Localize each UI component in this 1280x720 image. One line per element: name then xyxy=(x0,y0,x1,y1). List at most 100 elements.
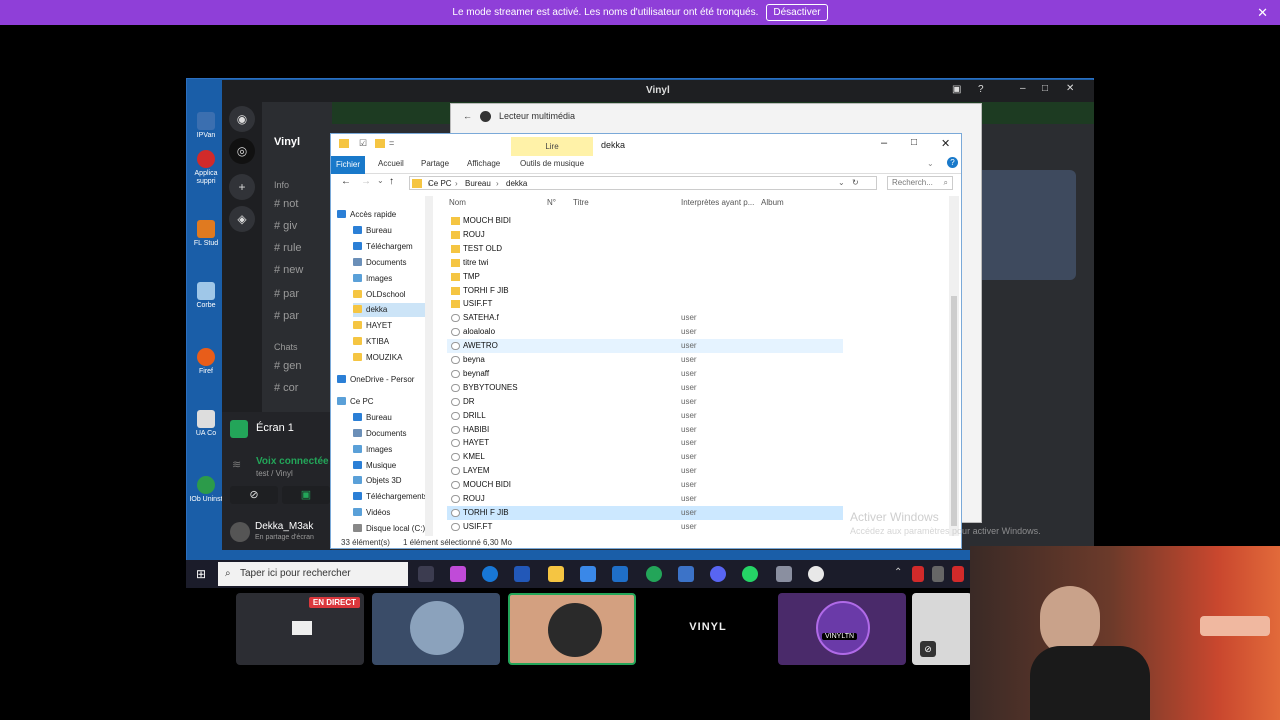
channel-item[interactable]: # cor xyxy=(274,382,298,394)
tab-partage[interactable]: Partage xyxy=(421,159,449,168)
close-icon[interactable]: ✕ xyxy=(1066,83,1074,94)
nav-item[interactable]: Musique xyxy=(353,459,396,473)
task-view-icon[interactable] xyxy=(418,566,434,582)
list-scrollbar[interactable] xyxy=(949,196,959,536)
channel-item[interactable]: # par xyxy=(274,310,299,322)
search-input[interactable]: Recherch... ⌕ xyxy=(887,176,953,190)
file-row[interactable]: aloaloalo user xyxy=(447,325,843,339)
store-icon[interactable] xyxy=(580,566,596,582)
channel-item[interactable]: # gen xyxy=(274,360,302,372)
channel-item[interactable]: # new xyxy=(274,264,303,276)
app-icon[interactable] xyxy=(678,566,694,582)
file-row[interactable]: beynaff user xyxy=(447,367,843,381)
nav-item[interactable]: Téléchargements xyxy=(353,490,428,504)
nav-item[interactable]: Disque local (C:) xyxy=(353,522,425,536)
avatar[interactable] xyxy=(230,522,250,542)
desktop-icon[interactable]: Applica suppri xyxy=(189,150,223,186)
nav-item[interactable]: KTIBA xyxy=(353,335,389,349)
nav-item[interactable]: MOUZIKA xyxy=(353,351,402,365)
participant-tile[interactable]: EN DIRECT xyxy=(236,593,364,665)
back-arrow-icon[interactable]: ← xyxy=(463,111,472,121)
file-row[interactable]: ROUJ xyxy=(447,228,843,242)
channel-item[interactable]: # rule xyxy=(274,242,302,254)
nav-item[interactable]: Documents xyxy=(353,256,406,270)
tab-affichage[interactable]: Affichage xyxy=(467,159,500,168)
file-row[interactable]: TORHI F JIB user xyxy=(447,505,843,520)
column-header[interactable]: Interprètes ayant p... xyxy=(681,198,754,207)
file-row[interactable]: beyna user xyxy=(447,353,843,367)
file-row[interactable]: HAYET user xyxy=(447,436,843,450)
media-player-icon[interactable] xyxy=(808,566,824,582)
file-row[interactable]: DR user xyxy=(447,395,843,409)
refresh-icon[interactable]: ↻ xyxy=(852,178,859,187)
taskbar-search[interactable]: ⌕ Taper ici pour rechercher xyxy=(218,562,408,586)
discord-icon[interactable] xyxy=(710,566,726,582)
channel-item[interactable]: # not xyxy=(274,198,298,210)
file-row[interactable]: AWETRO user xyxy=(447,339,843,354)
file-row[interactable]: ROUJ user xyxy=(447,492,843,506)
help-icon[interactable]: ? xyxy=(978,84,984,95)
file-row[interactable]: LAYEM user xyxy=(447,464,843,478)
column-header[interactable]: Album xyxy=(761,198,784,207)
file-row[interactable]: TORHI F JIB xyxy=(447,284,843,298)
file-row[interactable]: TMP xyxy=(447,270,843,284)
minimize-icon[interactable]: – xyxy=(881,137,887,149)
file-row[interactable]: MOUCH BIDI user xyxy=(447,478,843,492)
breadcrumb-bureau[interactable]: Bureau xyxy=(465,179,491,188)
app-icon[interactable] xyxy=(776,566,792,582)
tab-outils-musique[interactable]: Outils de musique xyxy=(520,159,584,168)
desktop-icon[interactable]: Corbe xyxy=(189,282,223,310)
nav-item[interactable]: Bureau xyxy=(353,224,392,238)
breadcrumb-ce-pc[interactable]: Ce PC xyxy=(428,179,452,188)
back-arrow-icon[interactable]: ← xyxy=(341,176,351,187)
nav-item[interactable]: Vidéos xyxy=(353,506,390,520)
nav-item[interactable]: Documents xyxy=(353,427,406,441)
outlook-icon[interactable] xyxy=(612,566,628,582)
file-row[interactable]: TEST OLD xyxy=(447,242,843,256)
category-chats[interactable]: Chats xyxy=(274,342,298,352)
file-row[interactable]: USIF.FT xyxy=(447,297,843,311)
qat-dropdown[interactable]: = xyxy=(389,138,394,148)
file-row[interactable]: USIF.FT user xyxy=(447,520,843,534)
nav-scrollbar[interactable] xyxy=(425,196,433,536)
tray-icon[interactable] xyxy=(932,566,944,582)
explore-icon[interactable]: ◈ xyxy=(229,206,255,232)
desktop-icon[interactable]: IOb Uninst xyxy=(189,476,223,504)
close-icon[interactable]: ✕ xyxy=(941,137,950,150)
nav-item[interactable]: Images xyxy=(353,443,392,457)
checkbox-icon[interactable]: ☑ xyxy=(359,138,367,149)
column-header[interactable]: Titre xyxy=(573,198,589,207)
nav-item[interactable]: Objets 3D xyxy=(353,474,402,488)
nav-item[interactable]: dekka xyxy=(353,303,427,318)
nav-item[interactable]: Téléchargem xyxy=(353,240,413,254)
file-row[interactable]: titre twi xyxy=(447,256,843,270)
copilot-icon[interactable] xyxy=(450,566,466,582)
tray-icon[interactable] xyxy=(912,566,924,582)
maximize-icon[interactable]: □ xyxy=(911,137,917,148)
desktop-icon[interactable]: FL Stud xyxy=(189,220,223,248)
file-row[interactable]: HABIBI user xyxy=(447,423,843,437)
desktop-icon[interactable]: UA Co xyxy=(189,410,223,438)
server-vinyl-icon[interactable]: ◎ xyxy=(229,138,255,164)
chevron-up-icon[interactable]: ⌃ xyxy=(894,567,902,578)
tray-icon[interactable] xyxy=(952,566,964,582)
chevron-down-icon[interactable]: ⌄ xyxy=(377,176,384,185)
file-row[interactable]: DRILL user xyxy=(447,409,843,423)
forward-arrow-icon[interactable]: → xyxy=(361,176,371,187)
nav-item[interactable]: Ce PC xyxy=(337,395,374,409)
nav-item[interactable]: OLDschool xyxy=(353,288,406,302)
up-arrow-icon[interactable]: ↑ xyxy=(389,176,394,187)
nav-item[interactable]: HAYET xyxy=(353,319,392,333)
inbox-icon[interactable]: ▣ xyxy=(952,84,961,95)
camera-off-button[interactable]: ⊘ xyxy=(230,486,278,504)
chevron-down-icon[interactable]: ⌄ xyxy=(838,178,845,187)
file-row[interactable]: MOUCH BIDI xyxy=(447,214,843,228)
chevron-down-icon[interactable]: ⌄ xyxy=(927,159,934,168)
participant-tile[interactable]: VINYL xyxy=(644,593,772,665)
tab-fichier[interactable]: Fichier xyxy=(331,156,365,174)
category-info[interactable]: Info xyxy=(274,180,289,190)
trip-icon[interactable] xyxy=(514,566,530,582)
nav-item[interactable]: Images xyxy=(353,272,392,286)
nav-item[interactable]: OneDrive - Persor xyxy=(337,373,414,387)
windows-start-icon[interactable]: ⊞ xyxy=(196,567,206,581)
